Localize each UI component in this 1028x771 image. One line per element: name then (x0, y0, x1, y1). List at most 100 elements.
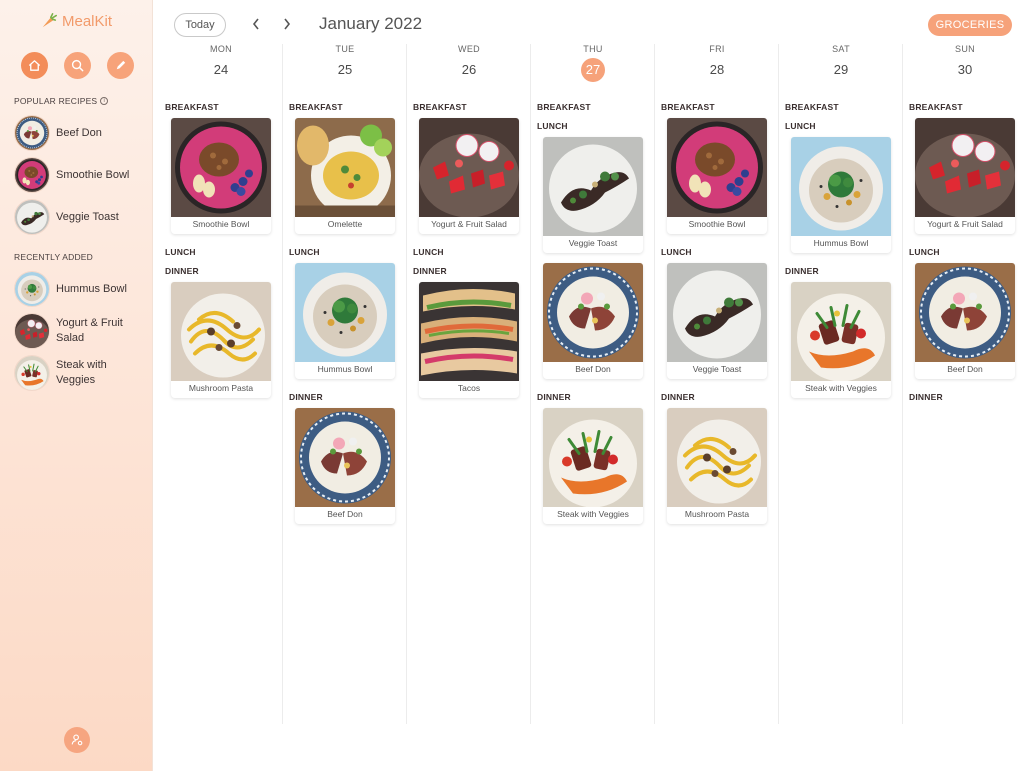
sidebar-nav (21, 52, 134, 79)
day-header[interactable]: SUN 30 (903, 44, 1027, 82)
breakfast-label: BREAKFAST (413, 102, 467, 112)
previous-week-button[interactable] (249, 16, 263, 32)
edit-button[interactable] (107, 52, 134, 79)
recipe-image (543, 137, 643, 236)
popular-recipe-item[interactable]: Beef Don (14, 115, 138, 151)
popular-recipes-title: POPULAR RECIPES (14, 96, 98, 106)
dinner-label: DINNER (661, 392, 695, 402)
day-header[interactable]: SAT 29 (779, 44, 903, 82)
profile-button[interactable] (64, 727, 90, 753)
day-header[interactable]: MON 24 (159, 44, 283, 82)
info-icon[interactable]: i (100, 97, 109, 105)
recipe-card[interactable]: Beef Don (295, 408, 395, 524)
day-header[interactable]: WED 26 (407, 44, 531, 82)
recipe-name: Hummus Bowl (317, 364, 373, 374)
recipe-card[interactable]: Steak with Veggies (791, 282, 891, 398)
recipe-label: Veggie Toast (56, 210, 119, 223)
recipe-card[interactable]: Smoothie Bowl (171, 118, 271, 234)
day-header[interactable]: FRI 28 (655, 44, 779, 82)
lunch-label: LUNCH (289, 247, 320, 257)
recipe-image (171, 282, 271, 381)
recipe-image (667, 263, 767, 362)
recipe-image (419, 282, 519, 381)
recipe-name: Hummus Bowl (813, 238, 869, 248)
groceries-button[interactable]: GROCERIES (928, 14, 1012, 36)
recipe-name: Steak with Veggies (557, 509, 629, 519)
recipe-card[interactable]: Steak with Veggies (543, 408, 643, 524)
app-logo[interactable]: MealKit (40, 12, 112, 30)
lunch-label: LUNCH (165, 247, 196, 257)
lunch-label: LUNCH (785, 121, 816, 131)
recipe-thumbnail (14, 199, 50, 235)
recipe-image (543, 408, 643, 507)
recipe-name: Tacos (457, 383, 481, 393)
recipe-card[interactable]: Beef Don (543, 263, 643, 379)
search-icon (71, 59, 84, 72)
day-of-week: FRI (709, 44, 725, 54)
day-of-week: THU (583, 44, 603, 54)
recipe-card[interactable]: Beef Don (915, 263, 1015, 379)
recipe-card[interactable]: Tacos (419, 282, 519, 398)
recipe-card[interactable]: Yogurt & Fruit Salad (915, 118, 1015, 234)
breakfast-label: BREAKFAST (165, 102, 219, 112)
recent-recipe-item[interactable]: Steak with Veggies (14, 355, 138, 391)
recipe-card[interactable]: Mushroom Pasta (667, 408, 767, 524)
recipe-card[interactable]: Omelette (295, 118, 395, 234)
day-column-sun: SUN 30 BREAKFAST Yogurt & Fruit Salad LUNCH B… (902, 44, 1026, 724)
recipe-thumbnail (14, 313, 50, 349)
day-header[interactable]: TUE 25 (283, 44, 407, 82)
dinner-label: DINNER (413, 266, 447, 276)
recipe-label: Steak with Veggies (56, 359, 107, 386)
recent-recipe-item[interactable]: Hummus Bowl (14, 271, 138, 307)
next-week-button[interactable] (280, 16, 294, 32)
day-number: 24 (213, 62, 229, 77)
dinner-label: DINNER (537, 392, 571, 402)
recipe-card[interactable]: Yogurt & Fruit Salad (419, 118, 519, 234)
recently-added-heading: RECENTLY ADDED (14, 252, 93, 262)
breakfast-label: BREAKFAST (661, 102, 715, 112)
lunch-label: LUNCH (413, 247, 444, 257)
pencil-icon (116, 60, 126, 70)
day-number: 26 (461, 62, 477, 77)
recipe-thumbnail (14, 355, 50, 391)
recipe-image (667, 408, 767, 507)
recipe-card[interactable]: Veggie Toast (667, 263, 767, 379)
home-button[interactable] (21, 52, 48, 79)
recipe-card[interactable]: Smoothie Bowl (667, 118, 767, 234)
home-icon (28, 60, 41, 71)
breakfast-label: BREAKFAST (289, 102, 343, 112)
lunch-label: LUNCH (661, 247, 692, 257)
chevron-left-icon (252, 18, 259, 30)
breakfast-label: BREAKFAST (909, 102, 963, 112)
today-button[interactable]: Today (174, 13, 226, 37)
search-button[interactable] (64, 52, 91, 79)
breakfast-label: BREAKFAST (785, 102, 839, 112)
recipe-name: Veggie Toast (568, 238, 618, 248)
recipe-card[interactable]: Mushroom Pasta (171, 282, 271, 398)
recipe-label: Beef Don (56, 126, 102, 139)
dinner-label: DINNER (289, 392, 323, 402)
recipe-image (295, 263, 395, 362)
recipe-card[interactable]: Veggie Toast (543, 137, 643, 253)
day-column-thu: THU 27 BREAKFAST LUNCH Veggie Toast Beef Don D… (530, 44, 654, 724)
lunch-label: LUNCH (537, 121, 568, 131)
recipe-name: Smoothie Bowl (192, 219, 250, 229)
recent-recipe-item[interactable]: Yogurt & Fruit Salad (14, 313, 138, 349)
recipe-label: Hummus Bowl (56, 282, 127, 295)
day-column-tue: TUE 25 BREAKFAST Omelette LUNCH Hummus Bowl DI… (282, 44, 406, 724)
popular-recipe-item[interactable]: Smoothie Bowl (14, 157, 138, 193)
day-of-week: TUE (335, 44, 355, 54)
recipe-name: Yogurt & Fruit Salad (431, 219, 507, 229)
recipe-image (667, 118, 767, 217)
day-header[interactable]: THU 27 (531, 44, 655, 82)
lunch-label: LUNCH (909, 247, 940, 257)
popular-recipe-item[interactable]: Veggie Toast (14, 199, 138, 235)
day-number: 25 (337, 62, 353, 77)
day-of-week: SUN (955, 44, 975, 54)
recipe-name: Beef Don (327, 509, 363, 519)
recipe-image (171, 118, 271, 217)
recipe-card[interactable]: Hummus Bowl (295, 263, 395, 379)
recipe-card[interactable]: Hummus Bowl (791, 137, 891, 253)
user-settings-icon (71, 734, 83, 746)
day-column-fri: FRI 28 BREAKFAST Smoothie Bowl LUNCH Veggie T… (654, 44, 778, 724)
